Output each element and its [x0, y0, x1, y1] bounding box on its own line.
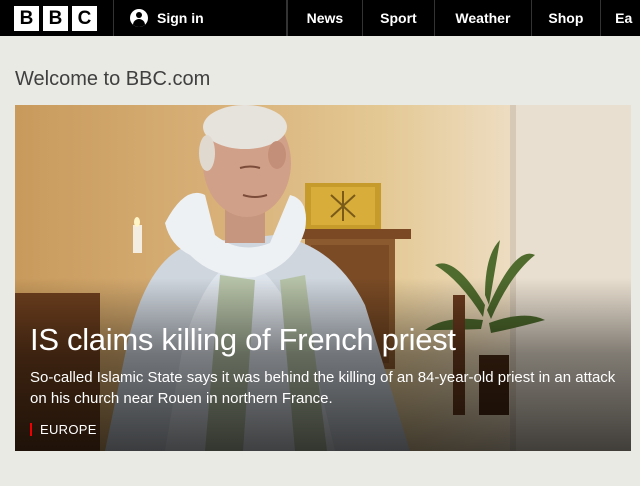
sign-in-button[interactable]: Sign in	[114, 0, 288, 36]
user-icon	[130, 9, 148, 27]
nav-item-label: Ea	[615, 10, 633, 26]
tag-label: EUROPE	[40, 422, 97, 437]
welcome-heading: Welcome to BBC.com	[15, 68, 211, 90]
nav-item-label: Shop	[548, 10, 584, 26]
logo-letter-b2: B	[43, 5, 68, 31]
logo-letter-b1: B	[14, 5, 39, 31]
nav-item-earth[interactable]: Ea	[600, 0, 640, 36]
tag-accent-bar	[30, 423, 32, 436]
nav-item-label: Weather	[455, 10, 511, 26]
bbc-logo[interactable]: B B C	[0, 0, 114, 36]
top-navigation-bar: B B C Sign in News Sport Weather Shop Ea	[0, 0, 640, 36]
logo-letter-c: C	[72, 5, 97, 31]
nav-item-news[interactable]: News	[287, 0, 362, 36]
sign-in-label: Sign in	[157, 10, 204, 26]
hero-headline[interactable]: IS claims killing of French priest	[30, 321, 620, 359]
nav-item-label: News	[306, 10, 344, 26]
hero-summary: So-called Islamic State says it was behi…	[30, 369, 616, 407]
nav-item-sport[interactable]: Sport	[361, 0, 435, 36]
nav-item-weather[interactable]: Weather	[434, 0, 530, 36]
hero-section-tag[interactable]: EUROPE	[30, 422, 97, 437]
hero-story-card[interactable]: IS claims killing of French priest So-ca…	[15, 105, 631, 451]
nav-item-label: Sport	[380, 10, 417, 26]
nav-item-shop[interactable]: Shop	[530, 0, 601, 36]
